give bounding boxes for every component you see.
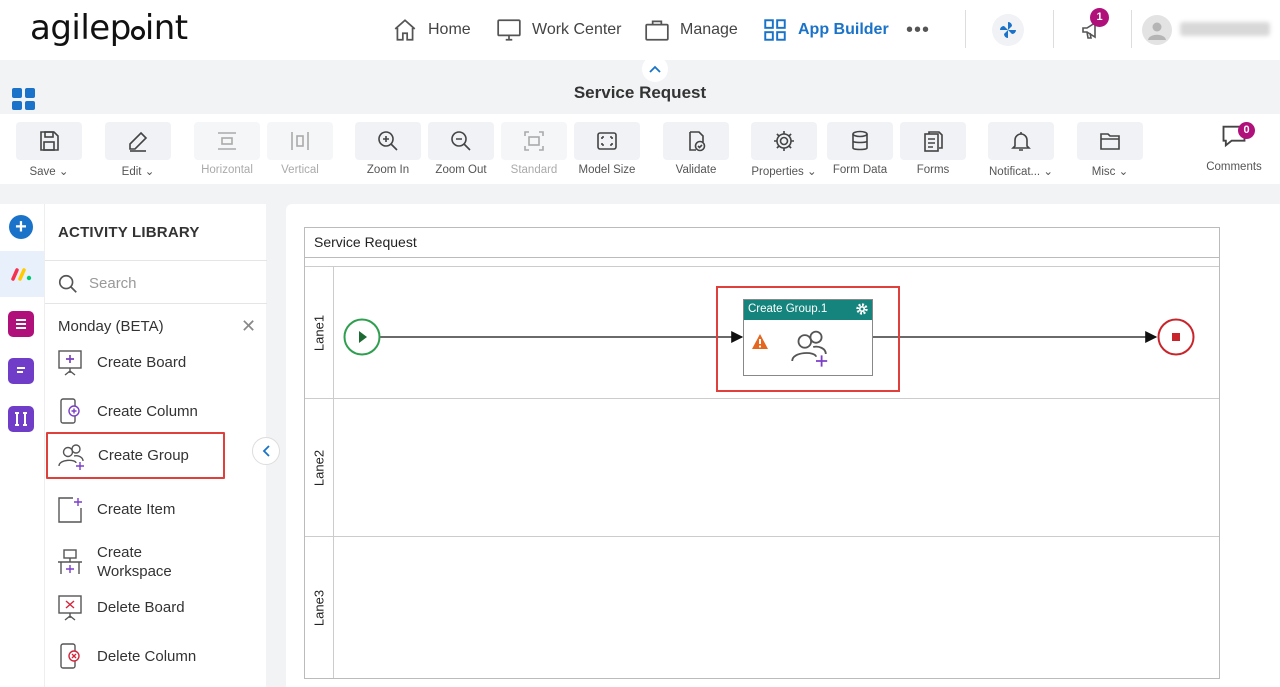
start-event[interactable] [343,318,381,356]
stop-icon [1172,333,1180,341]
create-group-icon [791,330,828,367]
activity-header[interactable]: Create Group.1 [744,300,872,320]
activity-title: Create Group.1 [748,303,828,315]
gear-icon[interactable] [855,302,869,316]
end-event[interactable] [1157,318,1195,356]
warning-icon[interactable] [751,333,769,351]
create-group-activity[interactable]: Create Group.1 [743,299,873,376]
flow-layer [343,318,1195,356]
